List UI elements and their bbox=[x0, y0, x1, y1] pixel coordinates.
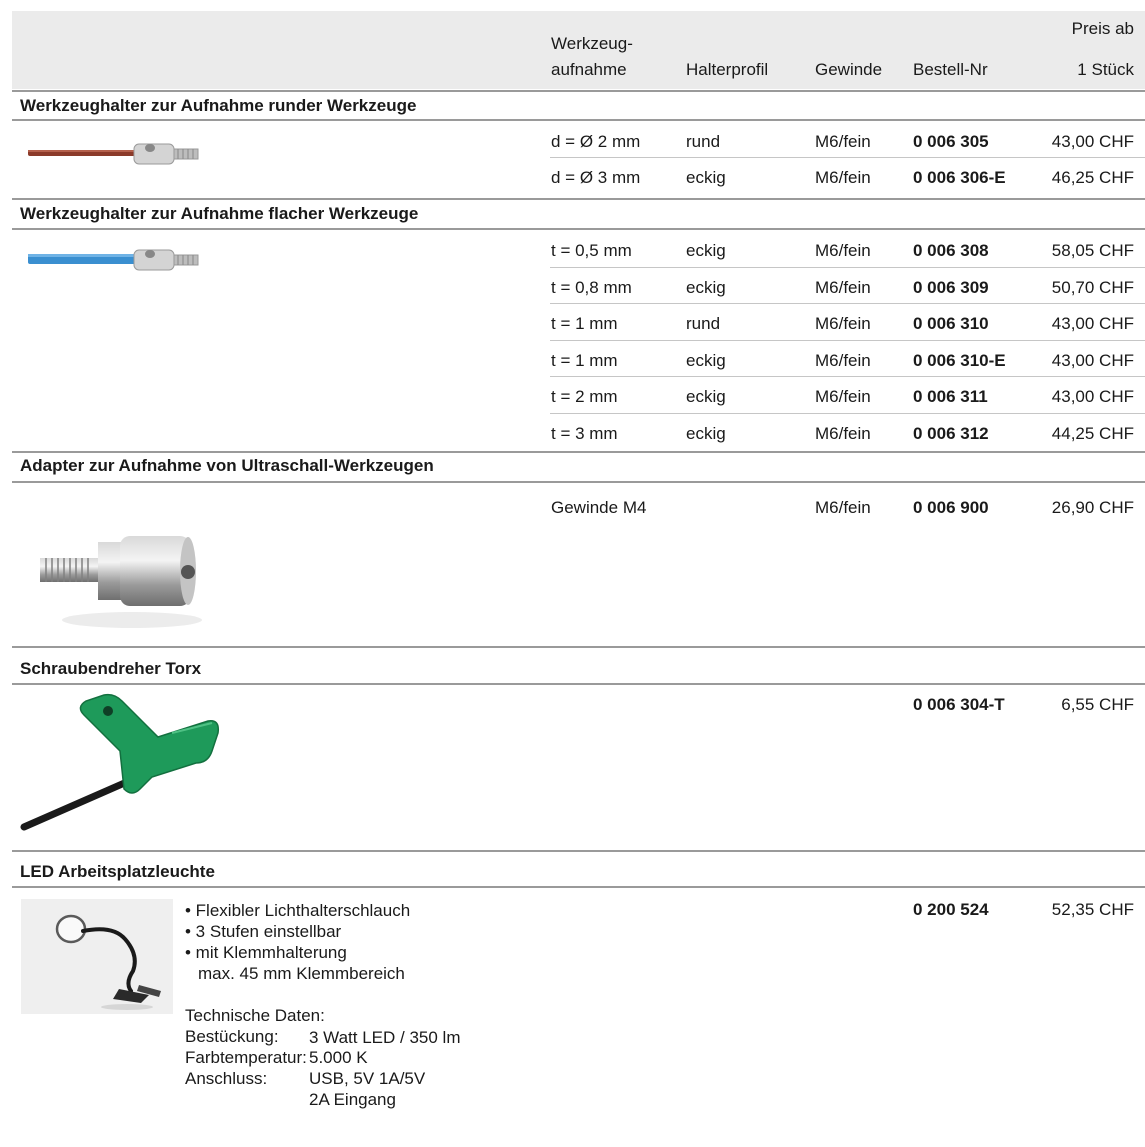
cell-profil: rund bbox=[686, 314, 721, 333]
cell-aufnahme: t = 1 mm bbox=[551, 314, 618, 333]
led-lamp-photo bbox=[21, 899, 173, 1014]
section-rule bbox=[12, 683, 1145, 685]
cell-preis: 43,00 CHF bbox=[1051, 132, 1134, 151]
cell-bestell-nr: 0 006 310-E bbox=[913, 351, 1006, 370]
cell-gewinde: M6/fein bbox=[815, 168, 871, 187]
row-rule bbox=[550, 376, 1145, 377]
cell-aufnahme: t = 3 mm bbox=[551, 424, 618, 443]
cell-profil: rund bbox=[686, 132, 721, 151]
section-rule bbox=[12, 90, 1145, 92]
torx-screwdriver-photo bbox=[12, 693, 230, 839]
cell-gewinde: M6/fein bbox=[815, 132, 871, 151]
led-bullet-3-continued: max. 45 mm Klemmbereich bbox=[198, 964, 405, 983]
ultrasonic-adapter-photo bbox=[12, 496, 230, 636]
cell-bestell-nr: 0 200 524 bbox=[913, 900, 989, 919]
col-header-bestell: Bestell-Nr bbox=[913, 60, 988, 79]
cell-preis: 43,00 CHF bbox=[1051, 314, 1134, 333]
cell-aufnahme: t = 0,5 mm bbox=[551, 241, 632, 260]
cell-preis: 44,25 CHF bbox=[1051, 424, 1134, 443]
section-title-led: LED Arbeitsplatzleuchte bbox=[20, 862, 215, 881]
cell-preis: 26,90 CHF bbox=[1051, 498, 1134, 517]
cell-preis: 6,55 CHF bbox=[1061, 695, 1134, 714]
cell-preis: 43,00 CHF bbox=[1051, 351, 1134, 370]
cell-bestell-nr: 0 006 311 bbox=[913, 387, 988, 406]
section-rule bbox=[12, 451, 1145, 453]
row-rule bbox=[550, 340, 1145, 341]
cell-bestell-nr: 0 006 310 bbox=[913, 314, 989, 333]
row-rule bbox=[550, 303, 1145, 304]
cell-preis: 43,00 CHF bbox=[1051, 387, 1134, 406]
section-rule bbox=[12, 228, 1145, 230]
section-rule bbox=[12, 119, 1145, 121]
led-spec-value: USB, 5V 1A/5V bbox=[309, 1069, 426, 1088]
cell-gewinde: M6/fein bbox=[815, 278, 871, 297]
section-title-torx: Schraubendreher Torx bbox=[20, 659, 202, 678]
cell-bestell-nr: 0 006 305 bbox=[913, 132, 989, 151]
led-bullet-1: • Flexibler Lichthalterschlauch bbox=[185, 901, 411, 920]
cell-aufnahme: t = 2 mm bbox=[551, 387, 618, 406]
cell-preis: 58,05 CHF bbox=[1051, 241, 1134, 260]
cell-bestell-nr: 0 006 900 bbox=[913, 498, 989, 517]
cell-bestell-nr: 0 006 304-T bbox=[913, 695, 1005, 714]
cell-bestell-nr: 0 006 312 bbox=[913, 424, 989, 443]
section-rule bbox=[12, 646, 1145, 648]
col-header-gewinde: Gewinde bbox=[815, 60, 883, 79]
led-spec-label: Anschluss: bbox=[185, 1069, 268, 1088]
row-rule bbox=[550, 413, 1145, 414]
section-rule bbox=[12, 198, 1145, 200]
col-header-preis-1: Preis ab bbox=[1071, 19, 1134, 38]
led-tech-title: Technische Daten: bbox=[185, 1006, 325, 1025]
cell-gewinde: M6/fein bbox=[815, 241, 871, 260]
cell-gewinde: M6/fein bbox=[815, 498, 871, 517]
section-title-adapter: Adapter zur Aufnahme von Ultraschall-Wer… bbox=[20, 456, 434, 475]
cell-aufnahme: t = 0,8 mm bbox=[551, 278, 632, 297]
led-spec-label: Farbtemperatur: bbox=[185, 1048, 307, 1067]
section-title-round: Werkzeughalter zur Aufnahme runder Werkz… bbox=[20, 96, 417, 115]
led-bullet-2: • 3 Stufen einstellbar bbox=[185, 922, 342, 941]
section-rule bbox=[12, 850, 1145, 852]
cell-profil: eckig bbox=[686, 424, 726, 443]
cell-profil: eckig bbox=[686, 168, 726, 187]
cell-aufnahme: t = 1 mm bbox=[551, 351, 618, 370]
led-spec-label: Bestückung: bbox=[185, 1027, 279, 1046]
section-rule bbox=[12, 481, 1145, 483]
cell-gewinde: M6/fein bbox=[815, 387, 871, 406]
cell-gewinde: M6/fein bbox=[815, 314, 871, 333]
led-spec-value: 2A Eingang bbox=[309, 1090, 396, 1109]
cell-aufnahme: d = Ø 2 mm bbox=[551, 132, 641, 151]
cell-aufnahme: d = Ø 3 mm bbox=[551, 168, 641, 187]
cell-bestell-nr: 0 006 308 bbox=[913, 241, 989, 260]
cell-bestell-nr: 0 006 309 bbox=[913, 278, 989, 297]
led-spec-value: 5.000 K bbox=[309, 1048, 368, 1067]
row-rule bbox=[550, 267, 1145, 268]
cell-gewinde: M6/fein bbox=[815, 424, 871, 443]
led-spec-value: 3 Watt LED / 350 lm bbox=[309, 1028, 461, 1047]
section-title-flat: Werkzeughalter zur Aufnahme flacher Werk… bbox=[20, 204, 419, 223]
row-rule bbox=[550, 157, 1145, 158]
holder-flat-tool-photo bbox=[28, 238, 208, 278]
col-header-halterprofil: Halterprofil bbox=[686, 60, 769, 79]
cell-profil: eckig bbox=[686, 351, 726, 370]
cell-preis: 46,25 CHF bbox=[1051, 168, 1134, 187]
section-rule bbox=[12, 886, 1145, 888]
col-header-werkzeug-2: aufnahme bbox=[551, 60, 627, 79]
cell-profil: eckig bbox=[686, 387, 726, 406]
cell-profil: eckig bbox=[686, 278, 726, 297]
cell-preis: 52,35 CHF bbox=[1051, 900, 1134, 919]
cell-gewinde: M6/fein bbox=[815, 351, 871, 370]
cell-aufnahme: Gewinde M4 bbox=[551, 498, 647, 517]
holder-round-tool-photo bbox=[28, 132, 208, 172]
cell-bestell-nr: 0 006 306-E bbox=[913, 168, 1006, 187]
cell-profil: eckig bbox=[686, 241, 726, 260]
led-bullet-3: • mit Klemmhalterung bbox=[185, 943, 347, 962]
col-header-werkzeug-1: Werkzeug- bbox=[551, 34, 633, 53]
col-header-preis-2: 1 Stück bbox=[1077, 60, 1134, 79]
cell-preis: 50,70 CHF bbox=[1051, 278, 1134, 297]
